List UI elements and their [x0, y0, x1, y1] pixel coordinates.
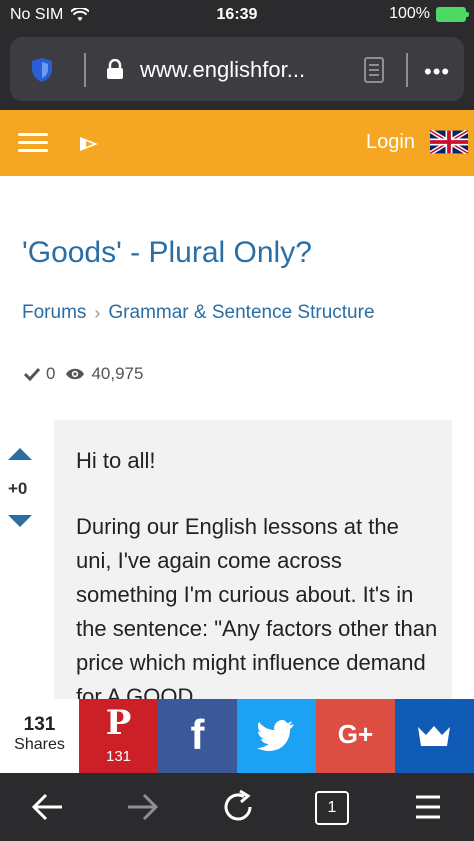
google-plus-share-button[interactable]: G+ [316, 699, 395, 773]
browser-toolbar: 1 [0, 773, 474, 841]
breadcrumb-forums[interactable]: Forums [22, 302, 86, 324]
twitter-bird-icon [257, 720, 294, 751]
eye-icon [66, 368, 85, 380]
forward-arrow-icon[interactable] [124, 789, 160, 825]
thread-stats: 0 40,975 [24, 364, 143, 384]
site-header: Login [0, 110, 474, 176]
tab-count-button[interactable]: 1 [315, 791, 349, 825]
breadcrumb: Forums › Grammar & Sentence Structure [22, 302, 375, 324]
status-bar: No SIM 16:39 100% [0, 0, 474, 32]
twitter-share-button[interactable] [237, 699, 316, 773]
share-bar: 131 Shares P 131 f G+ [0, 699, 474, 773]
pinterest-icon: P [105, 703, 132, 743]
google-plus-icon: G+ [337, 719, 374, 749]
divider [84, 53, 86, 87]
post-greeting: Hi to all! [76, 448, 156, 473]
pinterest-count: 131 [105, 748, 132, 765]
battery-percent: 100% [389, 5, 430, 22]
shield-icon[interactable] [30, 57, 54, 83]
view-count: 40,975 [91, 364, 144, 383]
page-title: 'Goods' - Plural Only? [22, 236, 312, 269]
pinterest-share-button[interactable]: P 131 [79, 699, 158, 773]
post-body: Hi to all! During our English lessons at… [54, 420, 452, 700]
url-text[interactable]: www.englishfor... [140, 57, 305, 83]
menu-icon[interactable] [18, 133, 48, 153]
more-menu-icon[interactable]: ••• [424, 59, 450, 85]
hamburger-menu-icon[interactable] [410, 789, 446, 825]
crown-icon [418, 726, 450, 746]
back-arrow-icon[interactable] [30, 789, 66, 825]
share-total-label: Shares [14, 736, 65, 753]
uk-flag-icon[interactable] [430, 130, 468, 154]
post-text: During our English lessons at the uni, I… [76, 514, 438, 700]
reader-mode-icon[interactable] [364, 57, 384, 83]
breadcrumb-category[interactable]: Grammar & Sentence Structure [108, 302, 374, 324]
url-field[interactable]: www.englishfor... ••• [10, 37, 464, 101]
share-total: 131 Shares [0, 699, 79, 773]
divider [406, 53, 408, 87]
upvote-arrow-icon[interactable] [8, 448, 32, 460]
reload-icon[interactable] [220, 789, 256, 825]
crown-share-button[interactable] [395, 699, 474, 773]
facebook-icon: f [190, 711, 205, 758]
browser-address-bar: www.englishfor... ••• [0, 32, 474, 110]
share-total-count: 131 [23, 714, 56, 735]
login-link[interactable]: Login [366, 131, 415, 154]
battery-icon [436, 6, 469, 22]
checkmark-icon [24, 367, 40, 381]
chevron-right-icon: › [94, 302, 101, 323]
facebook-share-button[interactable]: f [158, 699, 237, 773]
downvote-arrow-icon[interactable] [8, 515, 32, 527]
vote-count: +0 [8, 479, 28, 498]
lock-icon [107, 59, 123, 79]
site-logo-icon[interactable] [78, 136, 100, 152]
like-count: 0 [46, 364, 56, 383]
